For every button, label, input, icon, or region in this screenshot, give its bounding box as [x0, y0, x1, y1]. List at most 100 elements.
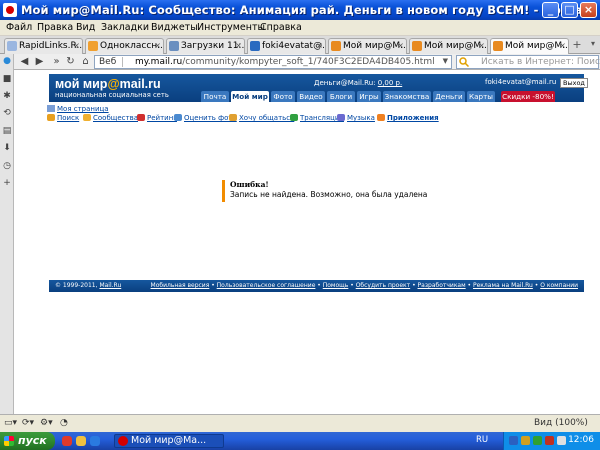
- footer-link-developers[interactable]: Разработчикам: [418, 282, 466, 289]
- nav-maps[interactable]: Карты: [467, 91, 495, 102]
- start-button[interactable]: пуск: [0, 432, 55, 450]
- quick-link-rating[interactable]: Рейтинг: [137, 114, 177, 122]
- nav-discounts[interactable]: Скидки -80%!: [501, 91, 555, 102]
- nav-blogs[interactable]: Блоги: [327, 91, 355, 102]
- back-icon[interactable]: ◀: [18, 55, 31, 68]
- tab-rapidlinks[interactable]: RapidLinks.R... ×: [4, 38, 83, 54]
- forward-icon[interactable]: ▶: [33, 55, 46, 68]
- quicklaunch-folder-icon[interactable]: [76, 436, 86, 446]
- quick-link-rate-photo[interactable]: Оценить фото: [174, 114, 237, 122]
- tab-close-icon[interactable]: ×: [397, 39, 404, 53]
- tab-mymir-active[interactable]: Мой мир@M... ×: [490, 38, 569, 54]
- footer-link-about[interactable]: О компании: [540, 282, 578, 289]
- minimize-button[interactable]: _: [542, 2, 559, 18]
- quick-link-search[interactable]: Поиск: [47, 114, 79, 122]
- panel-toggle-icon[interactable]: ▭▾: [4, 418, 17, 428]
- skype-icon[interactable]: ●: [2, 56, 12, 66]
- nav-mail[interactable]: Почта: [201, 91, 229, 102]
- turbo-icon[interactable]: ◔: [60, 418, 68, 428]
- widgets-icon[interactable]: ✱: [2, 91, 12, 101]
- footer-link-ads[interactable]: Реклама на Mail.Ru: [473, 282, 533, 289]
- tray-app-icon[interactable]: [545, 436, 554, 445]
- home-icon[interactable]: ⌂: [79, 55, 92, 68]
- logout-button[interactable]: Выход: [560, 78, 588, 88]
- opera-icon: [3, 3, 17, 17]
- tab-close-icon[interactable]: ×: [235, 39, 242, 53]
- unite-icon[interactable]: ⟲: [2, 108, 12, 118]
- quick-link-label[interactable]: Сообщества: [93, 114, 138, 122]
- user-email[interactable]: foki4evatat@mail.ru: [485, 78, 556, 86]
- tab-close-icon[interactable]: ×: [478, 39, 485, 53]
- tab-close-icon[interactable]: ×: [73, 39, 80, 53]
- footer-link-mobile[interactable]: Мобильная версия: [151, 282, 210, 289]
- quick-link-apps[interactable]: Приложения: [377, 114, 439, 122]
- menu-tools[interactable]: Инструменты: [197, 22, 265, 33]
- quick-link-label[interactable]: Приложения: [387, 114, 439, 122]
- address-field[interactable]: Веб my.mail.ru/community/kompyter_soft_1…: [94, 55, 452, 69]
- security-icon[interactable]: [521, 436, 530, 445]
- new-tab-icon[interactable]: +: [571, 39, 583, 52]
- quick-link-want-chat[interactable]: Хочу общаться: [229, 114, 294, 122]
- footer-link-help[interactable]: Помощь: [323, 282, 349, 289]
- address-toolbar: ◀ ▶ » ↻ ⌂ Веб my.mail.ru/community/kompy…: [0, 54, 600, 70]
- nav-dating[interactable]: Знакомства: [383, 91, 431, 102]
- tab-close-icon[interactable]: ×: [154, 39, 161, 53]
- fast-forward-icon[interactable]: »: [50, 55, 63, 68]
- quicklaunch-opera-icon[interactable]: [62, 436, 72, 446]
- footer-links: Мобильная версия • Пользовательское согл…: [150, 282, 578, 289]
- menu-view[interactable]: Вид: [76, 22, 95, 33]
- language-indicator[interactable]: RU: [476, 435, 488, 445]
- site-logo[interactable]: мой мир@mail.ru: [55, 77, 161, 91]
- search-input[interactable]: Искать в Интернет: Поиск@: [456, 55, 600, 69]
- downloads-icon[interactable]: ⬇: [2, 143, 12, 153]
- address-dropdown-icon[interactable]: ▼: [443, 57, 448, 65]
- maximize-button[interactable]: □: [561, 2, 578, 18]
- tab-close-icon[interactable]: ×: [316, 39, 323, 53]
- zoom-control[interactable]: Вид (100%): [534, 418, 588, 428]
- taskbar-item-opera[interactable]: Мой мир@Ma...: [114, 434, 224, 448]
- tab-odnoklassniki[interactable]: Одноклассн... ×: [85, 38, 164, 54]
- volume-icon[interactable]: [557, 436, 566, 445]
- copyright-link[interactable]: Mail.Ru: [99, 282, 121, 289]
- close-button[interactable]: ×: [580, 2, 597, 18]
- my-page-label[interactable]: Моя страница: [57, 105, 109, 113]
- tab-mail[interactable]: foki4evatat@... ×: [247, 38, 326, 54]
- quicklaunch-ie-icon[interactable]: [90, 436, 100, 446]
- quick-link-label[interactable]: Хочу общаться: [239, 114, 294, 122]
- unite-status-icon[interactable]: ⚙▾: [40, 418, 53, 428]
- footer-link-discuss[interactable]: Обсудить проект: [356, 282, 410, 289]
- tab-mymir-1[interactable]: Мой мир@M... ×: [328, 38, 407, 54]
- my-page-link[interactable]: Моя страница: [47, 105, 109, 113]
- tab-mymir-2[interactable]: Мой мир@M... ×: [409, 38, 488, 54]
- money-value-link[interactable]: 0,00 р.: [378, 79, 402, 87]
- nav-video[interactable]: Видео: [297, 91, 325, 102]
- nav-games[interactable]: Игры: [357, 91, 381, 102]
- tab-close-icon[interactable]: ×: [559, 39, 566, 53]
- history-icon[interactable]: ◷: [2, 161, 12, 171]
- menu-widgets[interactable]: Виджеты: [151, 22, 198, 33]
- menu-file[interactable]: Файл: [6, 22, 32, 33]
- sync-icon[interactable]: ⟳▾: [22, 418, 34, 428]
- quick-link-broadcasts[interactable]: Трансляции: [290, 114, 344, 122]
- nav-my-world[interactable]: Мой мир: [231, 91, 269, 102]
- menu-help[interactable]: Справка: [260, 22, 302, 33]
- quick-link-label[interactable]: Рейтинг: [147, 114, 177, 122]
- antivirus-icon[interactable]: [533, 436, 542, 445]
- tab-menu-icon[interactable]: ▾: [588, 39, 598, 52]
- tab-downloads[interactable]: Загрузки 11:... ×: [166, 38, 245, 54]
- add-panel-icon[interactable]: +: [2, 178, 12, 188]
- quick-link-music[interactable]: Музыка: [337, 114, 375, 122]
- nav-photo[interactable]: Фото: [271, 91, 295, 102]
- network-icon[interactable]: [509, 436, 518, 445]
- quick-link-communities[interactable]: Сообщества: [83, 114, 138, 122]
- notes-icon[interactable]: ▤: [2, 126, 12, 136]
- quick-link-label[interactable]: Музыка: [347, 114, 375, 122]
- quick-link-label[interactable]: Поиск: [57, 114, 79, 122]
- nav-money[interactable]: Деньги: [433, 91, 465, 102]
- reload-icon[interactable]: ↻: [64, 55, 77, 68]
- footer-link-agreement[interactable]: Пользовательское соглашение: [217, 282, 316, 289]
- menu-bookmarks[interactable]: Закладки: [101, 22, 149, 33]
- tab-favicon-icon: [88, 41, 98, 51]
- menu-edit[interactable]: Правка: [37, 22, 73, 33]
- bookmarks-icon[interactable]: ■: [2, 74, 12, 84]
